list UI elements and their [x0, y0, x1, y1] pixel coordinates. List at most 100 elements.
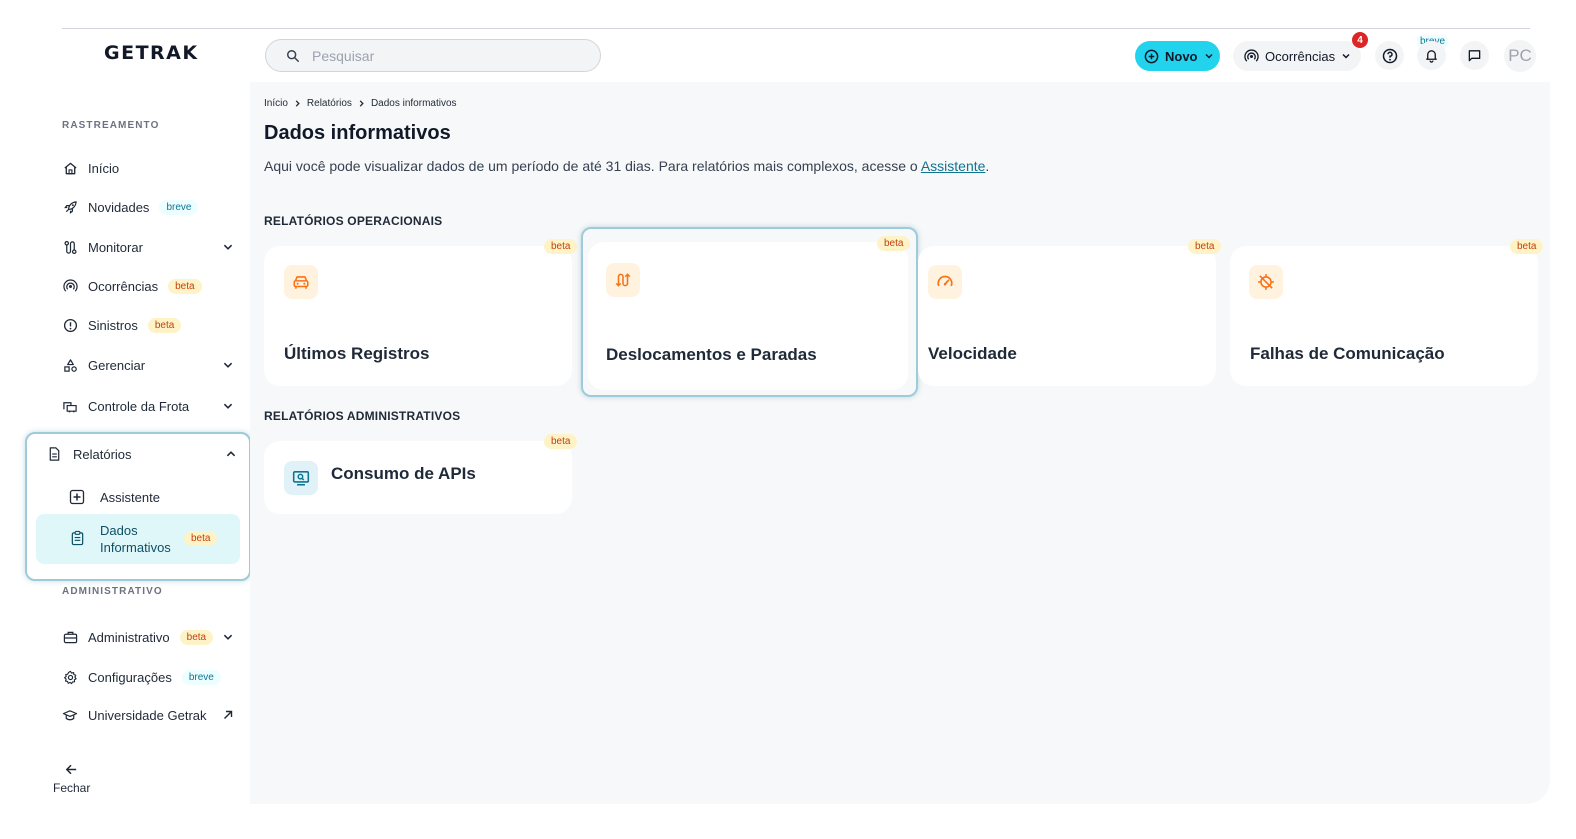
sidebar-item-label: Ocorrências: [88, 278, 159, 294]
close-sidebar-button[interactable]: Fechar: [53, 762, 90, 795]
sidebar-item-monitorar[interactable]: Monitorar: [62, 236, 238, 258]
ocorrencias-button[interactable]: Ocorrências: [1233, 41, 1361, 71]
sidebar-item-administrativo[interactable]: Administrativo beta: [62, 626, 238, 648]
chevron-down-icon: [223, 362, 233, 368]
user-avatar[interactable]: PC: [1504, 40, 1536, 72]
messages-button[interactable]: [1460, 41, 1489, 70]
relatorios-group: Relatórios Assistente Dados Informativos…: [25, 432, 251, 581]
car-icon: [284, 265, 318, 299]
beta-badge: beta: [168, 278, 202, 294]
sidebar-item-label: Início: [88, 160, 120, 176]
sidebar-item-label: Informativos: [100, 540, 171, 555]
administrativos-title: RELATÓRIOS ADMINISTRATIVOS: [264, 409, 461, 423]
search-icon: [287, 49, 299, 62]
briefcase-icon: [62, 629, 78, 645]
assistant-icon: [69, 489, 85, 505]
card-highlight-outline: [581, 227, 918, 397]
fleet-icon: [62, 398, 78, 414]
sidebar-item-novidades[interactable]: Novidades breve: [62, 196, 238, 218]
section-rastreamento: RASTREAMENTO: [62, 120, 160, 131]
monitor-search-icon: [284, 461, 318, 495]
novo-button[interactable]: Novo: [1135, 41, 1220, 71]
sidebar-item-label: Administrativo: [88, 629, 170, 645]
chevron-down-icon: [223, 403, 233, 409]
rocket-icon: [62, 199, 78, 215]
sidebar-item-label: Universidade Getrak: [88, 707, 207, 723]
clipboard-icon: [70, 530, 85, 546]
sidebar-item-universidade[interactable]: Universidade Getrak: [62, 704, 238, 726]
home-icon: [62, 160, 78, 176]
sidebar-item-configuracoes[interactable]: Configurações breve: [62, 666, 238, 688]
notification-count-badge: 4: [1352, 32, 1368, 48]
chevron-down-icon: [223, 634, 233, 640]
sidebar-item-assistente[interactable]: Assistente: [69, 489, 160, 505]
route-icon: [62, 239, 78, 255]
card-title: Velocidade: [928, 344, 1017, 363]
shapes-icon: [62, 357, 78, 373]
operacionais-title: RELATÓRIOS OPERACIONAIS: [264, 214, 443, 228]
sidebar-item-label: Gerenciar: [88, 357, 146, 373]
chevron-down-icon: [1342, 53, 1350, 59]
card-title: Consumo de APIs: [331, 464, 476, 483]
breve-badge: breve: [181, 669, 221, 685]
bell-icon: [1426, 50, 1437, 63]
breadcrumb-current: Dados informativos: [370, 98, 457, 109]
sidebar-item-ocorrencias[interactable]: Ocorrências beta: [62, 275, 238, 297]
main-content: Início Relatórios Dados informativos Dad…: [250, 82, 1550, 804]
fechar-label: Fechar: [53, 781, 91, 795]
sidebar-item-dados-informativos[interactable]: Dados Informativos beta: [36, 514, 240, 564]
external-link-icon: [224, 710, 233, 719]
beta-badge: beta: [147, 317, 182, 333]
novo-label: Novo: [1165, 48, 1198, 64]
beta-badge: beta: [1510, 239, 1544, 254]
breadcrumb-inicio[interactable]: Início: [264, 98, 288, 109]
chevron-up-icon: [226, 451, 236, 457]
chevron-right-icon: [295, 100, 300, 107]
sidebar-item-inicio[interactable]: Início: [62, 157, 238, 179]
broadcast-icon: [1244, 48, 1259, 62]
beta-badge: beta: [544, 239, 578, 254]
breadcrumb-relatorios[interactable]: Relatórios: [307, 98, 352, 109]
sidebar-item-label: Controle da Frota: [88, 398, 190, 414]
page-description: Aqui você pode visualizar dados de um pe…: [264, 158, 989, 174]
description-end: .: [985, 158, 990, 174]
plus-circle-icon: [1144, 49, 1159, 63]
beta-badge: beta: [544, 434, 578, 449]
sidebar-item-controle-frota[interactable]: Controle da Frota: [62, 395, 238, 417]
card-consumo-apis[interactable]: Consumo de APIs: [264, 441, 572, 514]
sidebar-item-label: Configurações: [88, 669, 172, 685]
card-falhas-comunicacao[interactable]: Falhas de Comunicação: [1230, 246, 1538, 386]
speedometer-icon: [928, 265, 962, 299]
help-button[interactable]: [1375, 41, 1404, 70]
chat-icon: [1468, 50, 1481, 62]
assistente-link[interactable]: Assistente: [921, 158, 986, 174]
sidebar-item-relatorios[interactable]: Relatórios: [47, 443, 237, 465]
sidebar-item-sinistros[interactable]: Sinistros beta: [62, 314, 238, 336]
sidebar-item-label: Sinistros: [88, 317, 138, 333]
top-divider: [62, 28, 1530, 29]
beta-badge: beta: [1188, 239, 1222, 254]
help-icon: [1382, 48, 1397, 63]
card-velocidade[interactable]: Velocidade: [918, 246, 1216, 386]
beta-badge: beta: [179, 629, 214, 645]
search-input[interactable]: [312, 47, 572, 64]
sidebar-item-label: Dados: [100, 523, 138, 538]
graduation-cap-icon: [62, 707, 78, 723]
arrow-left-icon: [65, 764, 77, 775]
sidebar-item-gerenciar[interactable]: Gerenciar: [62, 354, 238, 376]
chevron-right-icon: [359, 100, 364, 107]
notifications-button[interactable]: [1417, 41, 1446, 70]
sidebar-item-label: Assistente: [100, 489, 160, 505]
sidebar-item-label: Relatórios: [73, 446, 132, 462]
description-text: Aqui você pode visualizar dados de um pe…: [264, 158, 921, 174]
document-icon: [47, 446, 63, 462]
ocorrencias-label: Ocorrências: [1265, 48, 1336, 64]
search-bar[interactable]: [265, 39, 601, 72]
card-ultimos-registros[interactable]: Últimos Registros: [264, 246, 572, 386]
breadcrumb: Início Relatórios Dados informativos: [264, 98, 457, 109]
signal-off-icon: [1249, 265, 1283, 299]
getrak-logo[interactable]: GETRAK: [104, 42, 199, 64]
beta-badge: beta: [184, 531, 218, 546]
section-administrativo: ADMINISTRATIVO: [62, 586, 163, 597]
beta-badge: beta: [877, 236, 911, 251]
